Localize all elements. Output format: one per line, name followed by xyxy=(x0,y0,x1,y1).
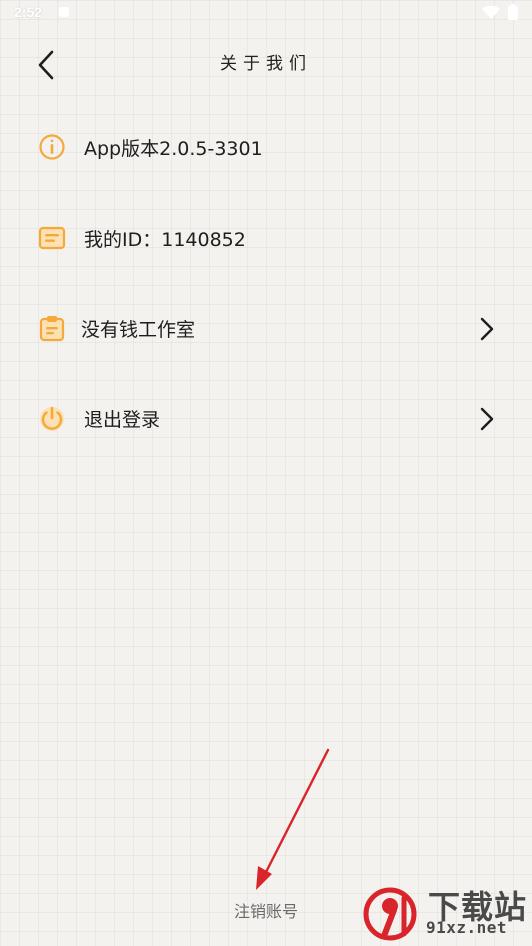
info-icon xyxy=(39,134,65,160)
wifi-icon xyxy=(482,6,500,19)
version-label: App版本2.0.5-3301 xyxy=(84,138,263,160)
studio-label: 没有钱工作室 xyxy=(81,319,196,341)
notification-icon xyxy=(59,7,69,17)
logout-label: 退出登录 xyxy=(84,409,161,431)
menu-row-studio[interactable]: 没有钱工作室 xyxy=(0,298,532,358)
battery-icon xyxy=(508,4,518,20)
status-time: 2:52 xyxy=(14,4,43,20)
clipboard-icon xyxy=(39,316,65,342)
user-id-label: 我的ID：1140852 xyxy=(84,229,246,251)
id-card-icon xyxy=(38,226,66,250)
chevron-right-icon xyxy=(480,407,494,431)
page-title: 关于我们 xyxy=(220,54,312,74)
menu-row-version: App版本2.0.5-3301 xyxy=(0,117,532,177)
watermark-domain: 91xz.net xyxy=(426,918,508,937)
power-icon xyxy=(40,406,64,431)
watermark: 下载站 91xz.net xyxy=(360,880,532,946)
watermark-logo-icon xyxy=(363,887,417,941)
chevron-right-icon xyxy=(480,317,494,341)
header: 关于我们 xyxy=(0,36,532,86)
menu-row-logout[interactable]: 退出登录 xyxy=(0,388,532,448)
status-bar: 2:52 xyxy=(0,0,532,26)
menu-row-user-id: 我的ID：1140852 xyxy=(0,208,532,268)
